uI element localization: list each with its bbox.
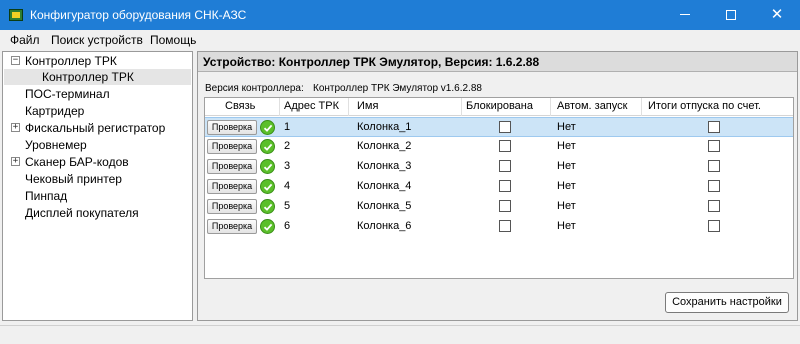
check-ok-icon bbox=[260, 139, 275, 154]
cell-address: 1 bbox=[284, 121, 291, 133]
blocked-checkbox[interactable] bbox=[499, 160, 511, 172]
totals-checkbox[interactable] bbox=[708, 220, 720, 232]
check-button[interactable]: Проверка bbox=[207, 159, 257, 174]
column-separator bbox=[348, 98, 349, 116]
blocked-checkbox[interactable] bbox=[499, 220, 511, 232]
blocked-checkbox[interactable] bbox=[499, 140, 511, 152]
device-panel: Устройство: Контроллер ТРК Эмулятор, Вер… bbox=[197, 51, 798, 321]
tree-item-fiscal-registrar[interactable]: Фискальный регистратор bbox=[25, 120, 165, 136]
maximize-button[interactable] bbox=[708, 0, 754, 30]
check-ok-icon bbox=[260, 159, 275, 174]
tree-item-trk-controller-child[interactable]: Контроллер ТРК bbox=[4, 69, 191, 85]
totals-checkbox[interactable] bbox=[708, 121, 720, 133]
column-totals[interactable]: Итоги отпуска по счет. bbox=[648, 100, 761, 112]
column-address[interactable]: Адрес ТРК bbox=[284, 100, 339, 112]
table-row[interactable]: Проверка 5 Колонка_5 Нет bbox=[205, 197, 793, 217]
cell-autostart[interactable]: Нет bbox=[557, 200, 576, 212]
cell-name[interactable]: Колонка_4 bbox=[357, 180, 411, 192]
title-bar[interactable]: Конфигуратор оборудования СНК-АЗС ✕ bbox=[0, 0, 800, 30]
grid-header: Связь Адрес ТРК Имя Блокирована Автом. з… bbox=[205, 98, 793, 116]
column-separator bbox=[641, 98, 642, 116]
collapse-icon[interactable]: − bbox=[11, 56, 20, 65]
window-title: Конфигуратор оборудования СНК-АЗС bbox=[30, 8, 247, 22]
minimize-button[interactable] bbox=[662, 0, 708, 30]
menu-search-devices[interactable]: Поиск устройств bbox=[51, 33, 143, 47]
cell-address: 4 bbox=[284, 180, 291, 192]
menu-help[interactable]: Помощь bbox=[150, 33, 196, 47]
column-separator bbox=[550, 98, 551, 116]
cell-address: 2 bbox=[284, 140, 291, 152]
close-button[interactable]: ✕ bbox=[754, 0, 800, 30]
save-settings-button[interactable]: Сохранить настройки bbox=[665, 292, 789, 313]
blocked-checkbox[interactable] bbox=[499, 121, 511, 133]
check-button[interactable]: Проверка bbox=[207, 219, 257, 234]
tree-item-customer-display[interactable]: Дисплей покупателя bbox=[25, 205, 139, 221]
cell-autostart[interactable]: Нет bbox=[557, 121, 576, 133]
tree-item-card-reader[interactable]: Картридер bbox=[25, 103, 84, 119]
table-row[interactable]: Проверка 6 Колонка_6 Нет bbox=[205, 217, 793, 237]
check-ok-icon bbox=[260, 219, 275, 234]
table-row[interactable]: Проверка 4 Колонка_4 Нет bbox=[205, 177, 793, 197]
status-bar bbox=[0, 325, 800, 344]
check-button[interactable]: Проверка bbox=[207, 139, 257, 154]
tree-item-barcode-scanner[interactable]: Сканер БАР-кодов bbox=[25, 154, 129, 170]
totals-checkbox[interactable] bbox=[708, 200, 720, 212]
blocked-checkbox[interactable] bbox=[499, 200, 511, 212]
version-value: Контроллер ТРК Эмулятор v1.6.2.88 bbox=[313, 83, 482, 94]
check-ok-icon bbox=[260, 199, 275, 214]
check-button[interactable]: Проверка bbox=[207, 199, 257, 214]
cell-name[interactable]: Колонка_2 bbox=[357, 140, 411, 152]
check-ok-icon bbox=[260, 179, 275, 194]
cell-autostart[interactable]: Нет bbox=[557, 180, 576, 192]
cell-name[interactable]: Колонка_5 bbox=[357, 200, 411, 212]
table-row[interactable]: Проверка 3 Колонка_3 Нет bbox=[205, 157, 793, 177]
column-autostart[interactable]: Автом. запуск bbox=[557, 100, 627, 112]
version-label: Версия контроллера: bbox=[205, 83, 304, 94]
totals-checkbox[interactable] bbox=[708, 140, 720, 152]
tree-item-receipt-printer[interactable]: Чековый принтер bbox=[25, 171, 122, 187]
check-button[interactable]: Проверка bbox=[207, 179, 257, 194]
column-separator bbox=[279, 98, 280, 116]
cell-address: 3 bbox=[284, 160, 291, 172]
cell-name[interactable]: Колонка_1 bbox=[357, 121, 411, 133]
cell-name[interactable]: Колонка_3 bbox=[357, 160, 411, 172]
cell-autostart[interactable]: Нет bbox=[557, 140, 576, 152]
cell-autostart[interactable]: Нет bbox=[557, 220, 576, 232]
cell-autostart[interactable]: Нет bbox=[557, 160, 576, 172]
menu-bar: Файл Поиск устройств Помощь bbox=[0, 30, 800, 50]
table-row[interactable]: Проверка 2 Колонка_2 Нет bbox=[205, 137, 793, 157]
tree-item-trk-controller[interactable]: Контроллер ТРК bbox=[25, 53, 117, 69]
cell-address: 6 bbox=[284, 220, 291, 232]
minimize-icon bbox=[680, 14, 690, 15]
check-ok-icon bbox=[260, 120, 275, 135]
maximize-icon bbox=[726, 10, 736, 20]
tree-item-pos-terminal[interactable]: ПОС-терминал bbox=[25, 86, 110, 102]
totals-checkbox[interactable] bbox=[708, 160, 720, 172]
table-row[interactable]: Проверка 1 Колонка_1 Нет bbox=[205, 117, 793, 137]
pump-grid[interactable]: Связь Адрес ТРК Имя Блокирована Автом. з… bbox=[204, 97, 794, 279]
expand-icon[interactable]: + bbox=[11, 157, 20, 166]
close-icon: ✕ bbox=[770, 6, 784, 23]
cell-address: 5 bbox=[284, 200, 291, 212]
expand-icon[interactable]: + bbox=[11, 123, 20, 132]
column-connection[interactable]: Связь bbox=[225, 100, 255, 112]
device-tree[interactable]: − Контроллер ТРК Контроллер ТРК ПОС-терм… bbox=[2, 51, 193, 321]
column-separator bbox=[461, 98, 462, 116]
column-blocked[interactable]: Блокирована bbox=[466, 100, 533, 112]
cell-name[interactable]: Колонка_6 bbox=[357, 220, 411, 232]
menu-file[interactable]: Файл bbox=[10, 33, 40, 47]
blocked-checkbox[interactable] bbox=[499, 180, 511, 192]
totals-checkbox[interactable] bbox=[708, 180, 720, 192]
tree-item-level-gauge[interactable]: Уровнемер bbox=[25, 137, 87, 153]
check-button[interactable]: Проверка bbox=[207, 120, 257, 135]
column-name[interactable]: Имя bbox=[357, 100, 378, 112]
app-icon bbox=[9, 9, 23, 21]
device-header: Устройство: Контроллер ТРК Эмулятор, Вер… bbox=[198, 52, 797, 72]
tree-item-pinpad[interactable]: Пинпад bbox=[25, 188, 67, 204]
